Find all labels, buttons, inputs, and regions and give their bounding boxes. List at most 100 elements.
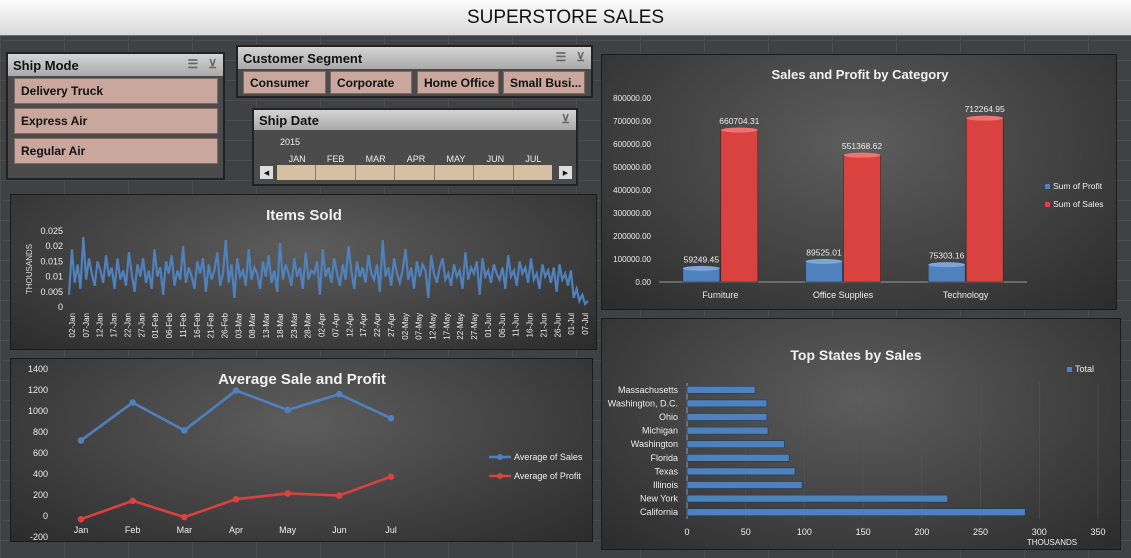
x-tick-label: 22-Jan (124, 313, 133, 337)
ship-mode-option[interactable]: Delivery Truck (14, 78, 218, 104)
x-tick-label: Jul (385, 525, 397, 535)
option-label: Express Air (21, 114, 88, 128)
items-sold-line (67, 237, 589, 307)
ship-date-timeline: Ship Date ⊻ 2015 JAN FEB MAR APR MAY JUN… (252, 108, 578, 186)
option-label: Corporate (337, 75, 395, 90)
data-point (77, 515, 85, 523)
sales-bar (720, 129, 759, 283)
data-label: 712264.95 (965, 104, 1005, 114)
chevron-right-icon: ▶ (562, 169, 569, 177)
y-axis-label: THOUSANDS (25, 244, 34, 294)
x-tick-label: 18-Mar (276, 313, 285, 339)
avg-sale-profit-panel: Average Sale and Profit -200 0 200 400 600 800… (10, 358, 593, 542)
x-tick-label: 07-Apr (331, 313, 340, 337)
data-point (284, 406, 291, 414)
bar-top (805, 258, 843, 264)
multi-select-icon[interactable]: ☰ (187, 57, 198, 71)
x-tick-label: 100 (797, 527, 812, 537)
segment-option[interactable]: Consumer (243, 71, 326, 94)
timeline-month-segment[interactable] (435, 165, 475, 180)
legend-label: Sum of Sales (1053, 199, 1104, 209)
timeline-scroll-left[interactable]: ◀ (260, 166, 273, 179)
x-tick-label: 02-Jan (68, 313, 77, 337)
x-tick-label: 17-Apr (359, 313, 368, 337)
ship-mode-option[interactable]: Express Air (14, 108, 218, 134)
data-label: 660704.31 (719, 116, 759, 126)
y-tick-label: 0 (58, 302, 63, 312)
customer-segment-slicer-header: Customer Segment ☰ ⊻ (238, 47, 591, 69)
x-tick-label: 13-Mar (262, 313, 271, 339)
timeline-month-segment[interactable] (474, 165, 514, 180)
data-point (232, 495, 240, 503)
x-tick-label: 200 (914, 527, 929, 537)
profit-bar (805, 261, 843, 283)
legend-swatch (1045, 184, 1050, 189)
chart-title: Average Sale and Profit (218, 371, 386, 388)
state-bar (686, 426, 769, 435)
timeline-scroll-right[interactable]: ▶ (559, 166, 572, 179)
x-tick-label: 01-Jun (484, 313, 493, 337)
timeline-month-segment[interactable] (356, 165, 396, 180)
x-tick-label: 17-Jan (110, 313, 119, 337)
customer-segment-slicer: Customer Segment ☰ ⊻ Consumer Corporate … (236, 45, 593, 98)
clear-filter-icon[interactable]: ⊻ (576, 50, 585, 64)
clear-filter-icon[interactable]: ⊻ (208, 57, 217, 71)
timeline-month-segment[interactable] (514, 165, 552, 180)
timeline-month-segment[interactable] (316, 165, 356, 180)
data-label: 59249.45 (684, 254, 720, 264)
items-sold-panel: Items Sold THOUSANDS 0 0.005 0.01 0.015 0.02 0.… (10, 194, 597, 350)
data-point (336, 492, 343, 499)
y-tick-label: 800 (33, 427, 48, 437)
top-states-chart: Top States by Sales 0 50 100 150 200 250 300 350… (608, 347, 1106, 547)
x-tick-label: Feb (125, 525, 141, 535)
multi-select-icon[interactable]: ☰ (555, 50, 566, 64)
y-tick-label: California (640, 507, 678, 517)
ship-mode-option[interactable]: Regular Air (14, 138, 218, 164)
state-bar (686, 386, 756, 394)
clear-filter-icon[interactable]: ⊻ (561, 112, 570, 126)
timeline-bar[interactable] (277, 165, 552, 180)
legend-label: Average of Profit (514, 471, 581, 481)
data-point (181, 513, 188, 521)
items-sold-chart: Items Sold THOUSANDS 0 0.005 0.01 0.015 0.02 0.… (25, 207, 590, 340)
timeline-month-segment[interactable] (395, 165, 435, 180)
top-states-panel: Top States by Sales 0 50 100 150 200 250 300 350… (601, 318, 1121, 550)
bar-top (966, 115, 1004, 121)
y-tick-label: 600 (33, 448, 48, 458)
segment-option[interactable]: Corporate (330, 71, 412, 94)
data-label: 89525.01 (806, 247, 842, 257)
x-tick-label: 22-May (456, 313, 465, 340)
legend-label: Sum of Profit (1053, 181, 1103, 191)
x-tick-label: 11-Jun (512, 313, 521, 337)
state-bar (686, 454, 790, 462)
x-tick-label: 06-Jun (498, 313, 507, 337)
chevron-left-icon: ◀ (263, 169, 270, 177)
x-tick-label: 12-May (429, 313, 438, 340)
timeline-month-segment[interactable] (277, 165, 317, 180)
y-tick-label: 0.005 (40, 287, 63, 297)
segment-option[interactable]: Small Busi... (503, 71, 585, 94)
x-tick-label: 26-Jun (553, 313, 562, 337)
y-tick-label: 1400 (28, 364, 48, 374)
option-label: Regular Air (21, 144, 86, 158)
x-tick-label: 12-Jan (96, 313, 105, 337)
data-point (387, 473, 395, 480)
state-bar (686, 508, 1026, 516)
x-tick-label: 16-Feb (193, 312, 202, 338)
x-tick-label: 27-May (470, 313, 479, 340)
x-tick-label: 07-May (415, 313, 424, 340)
chart-title: Top States by Sales (790, 347, 921, 363)
x-tick-label: Technology (943, 290, 989, 300)
y-tick-label: Washington (631, 439, 678, 449)
x-tick-label: 08-Mar (248, 313, 257, 339)
x-tick-label: 17-May (442, 313, 451, 340)
data-point (387, 415, 395, 422)
state-bar (686, 467, 796, 476)
y-tick-label: 200000.00 (613, 232, 651, 241)
ship-date-header: Ship Date ⊻ (254, 110, 576, 130)
y-tick-label: 300000.00 (613, 209, 651, 218)
state-bar (686, 481, 803, 489)
customer-segment-slicer-title: Customer Segment (243, 50, 363, 66)
segment-option[interactable]: Home Office (417, 71, 499, 94)
y-tick-label: 500000.00 (613, 163, 651, 172)
